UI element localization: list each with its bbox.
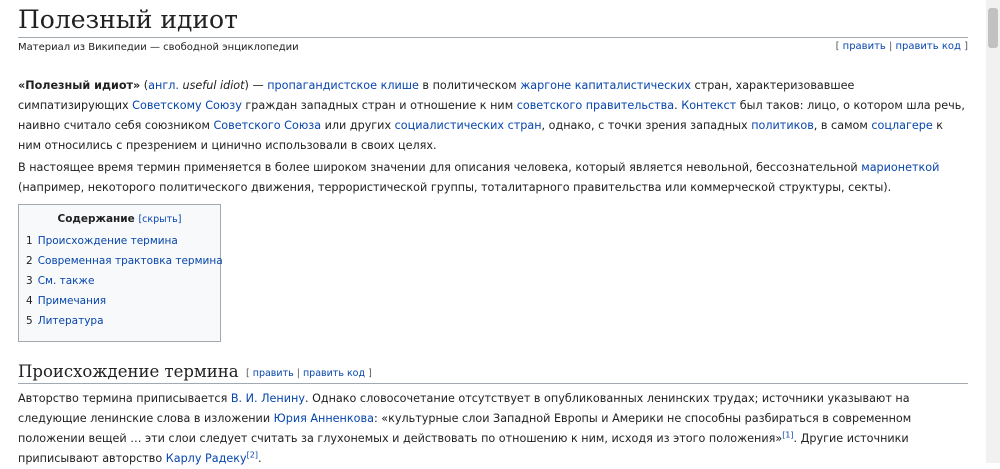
text: ( (140, 79, 149, 92)
term-bold: «Полезный идиот» (18, 79, 141, 92)
toc-item[interactable]: 5 Литература (26, 311, 220, 331)
toc-number: 4 (26, 295, 33, 307)
text: в политическом (418, 79, 521, 92)
table-of-contents: Содержание [скрыть] 1 Происхождение терми… (18, 204, 223, 342)
text: граждан западных стран и отношение к ним (241, 99, 517, 112)
toc-number: 3 (26, 275, 33, 287)
bracket-open: [ (246, 368, 253, 379)
toc-number: 5 (26, 315, 33, 327)
bracket-close: ] (365, 368, 372, 379)
vertical-scrollbar[interactable] (986, 0, 1000, 463)
toc-number: 1 (26, 235, 33, 247)
reference-2[interactable]: [2] (247, 450, 258, 459)
edit-separator: | (293, 368, 303, 379)
section-divider (18, 383, 968, 384)
second-paragraph: В настоящее время термин применяется в б… (18, 158, 968, 198)
lang-link[interactable]: англ. (148, 79, 179, 92)
toc-item[interactable]: 3 См. также (26, 271, 220, 291)
text: Авторство термина приписывается (18, 392, 231, 405)
link-capitalist[interactable]: капиталистических (575, 79, 691, 92)
edit-link[interactable]: править (843, 41, 886, 52)
link-annenkov[interactable]: Юрия Анненкова (274, 412, 374, 425)
toc-item[interactable]: 2 Современная трактовка термина (26, 251, 223, 271)
original-term: useful idiot (178, 79, 245, 92)
text: ) — (244, 79, 268, 92)
bracket-open: [ (835, 41, 843, 52)
site-tagline: Материал из Википедии — свободной энцикл… (18, 42, 299, 53)
toc-item[interactable]: 1 Происхождение термина (26, 231, 220, 251)
link-politicians[interactable]: политиков (751, 119, 814, 132)
link-puppet[interactable]: марионеткой (861, 161, 939, 174)
bracket-close: ] (960, 41, 968, 52)
toc-title: Содержание [скрыть] (19, 213, 220, 225)
link-soviet-government[interactable]: советского правительства (517, 99, 674, 112)
scrollbar-thumb[interactable] (988, 8, 998, 48)
text: (например, некоторого политического движ… (18, 181, 892, 194)
section-heading: Происхождение термина (18, 362, 239, 381)
link-radek[interactable]: Карлу Радеку (166, 452, 247, 465)
text: . (257, 452, 262, 465)
text: В настоящее время термин применяется в б… (18, 161, 862, 174)
page-title: Полезный идиот (18, 5, 238, 34)
toc-link[interactable]: Примечания (38, 295, 106, 307)
section-edit-code-link[interactable]: править код (303, 368, 365, 379)
link-soviet-union-2[interactable]: Советского Союза (213, 119, 321, 132)
link-context[interactable]: Контекст (681, 99, 736, 112)
page-edit-links: [ править | править код ] (836, 41, 968, 52)
link-socialist-countries[interactable]: социалистических стран (395, 119, 542, 132)
text: или других (321, 119, 395, 132)
section-edit-links: [ править | править код ] (246, 368, 372, 379)
toc-number: 2 (26, 255, 33, 267)
toc-link[interactable]: Литература (38, 315, 104, 327)
toc-heading: Содержание (57, 213, 135, 225)
edit-separator: | (885, 41, 896, 52)
link-soclager[interactable]: соцлагере (871, 119, 932, 132)
link-lenin[interactable]: В. И. Ленину (231, 392, 305, 405)
edit-code-link[interactable]: править код (896, 41, 961, 52)
title-divider (18, 37, 968, 38)
toc-item[interactable]: 4 Примечания (26, 291, 220, 311)
reference-1[interactable]: [1] (782, 430, 793, 439)
toc-link[interactable]: Современная трактовка термина (38, 255, 223, 267)
link-propaganda-cliche[interactable]: пропагандистское клише (267, 79, 419, 92)
text: , в самом (813, 119, 872, 132)
section-edit-link[interactable]: править (253, 368, 294, 379)
link-soviet-union[interactable]: Советскому Союзу (132, 99, 242, 112)
toc-link[interactable]: Происхождение термина (38, 235, 178, 247)
text: , однако, с точки зрения западных (541, 119, 752, 132)
toc-hide-toggle[interactable]: [скрыть] (138, 214, 181, 225)
toc-list: 1 Происхождение термина 2 Современная трак… (19, 231, 223, 331)
link-jargon[interactable]: жаргоне (520, 79, 571, 92)
toc-link[interactable]: См. также (38, 275, 95, 287)
section-paragraph: Авторство термина приписывается В. И. Ле… (18, 389, 968, 469)
intro-paragraph: «Полезный идиот» (англ. useful idiot) — … (18, 76, 968, 156)
